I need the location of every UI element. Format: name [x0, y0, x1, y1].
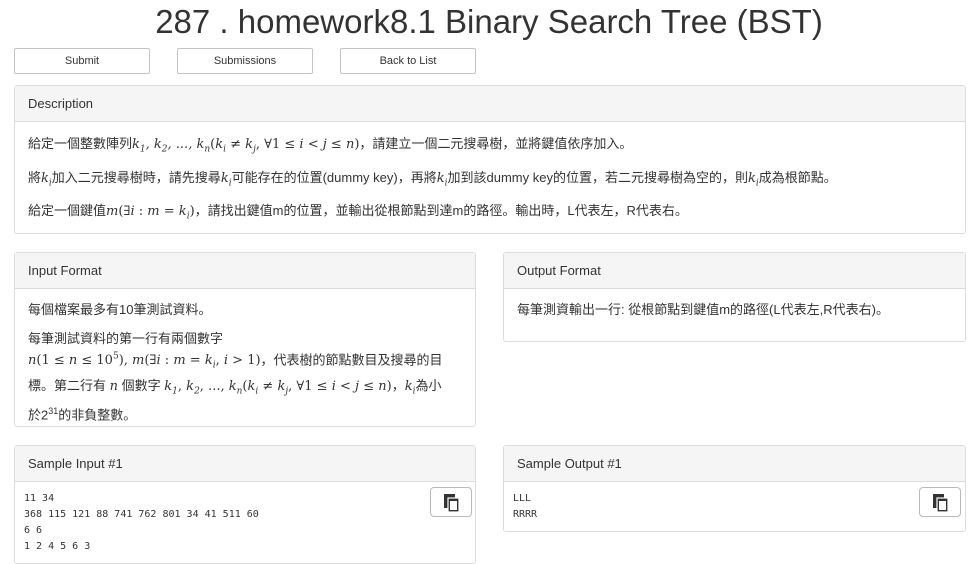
math-n-range: n(1 ≤ n ≤ 105), m(∃i : m = ki, i > 1)	[28, 352, 261, 371]
math-array: k1, k2, ..., kn	[132, 137, 211, 155]
description-panel: Description 給定一個整數陣列k1, k2, ..., kn(ki ≠…	[14, 85, 966, 234]
math-n: n	[109, 378, 119, 394]
text: 成為根節點。	[758, 169, 837, 185]
exponent: 31	[48, 405, 59, 416]
math-ki: ki	[436, 170, 448, 189]
sample-output-panel: Sample Output #1 LLL RRRR	[503, 445, 966, 532]
sample-input-panel: Sample Input #1 11 34 368 115 121 88 741…	[14, 445, 476, 564]
text: 給定一個鍵值	[28, 203, 107, 219]
sample-output-content: LLL RRRR	[513, 493, 538, 520]
text: 可能存在的位置(dummy key)，再將	[231, 169, 437, 185]
math-ki: ki	[404, 378, 416, 397]
text: 標。第二行有	[28, 377, 107, 393]
copy-output-button[interactable]	[919, 487, 961, 517]
submissions-button[interactable]: Submissions	[177, 48, 313, 74]
output-format-p1: 每筆測資輸出一行: 從根節點到鍵值m的路徑(L代表左,R代表右)。	[517, 302, 889, 317]
text: 給定一個整數陣列	[28, 136, 133, 151]
math-condition: (ki ≠ kj, ∀1 ≤ i < j ≤ n)	[210, 137, 360, 155]
text: 加入二元搜尋樹時，請先搜尋	[51, 169, 221, 185]
math-m: m(∃i : m = ki)	[106, 204, 195, 222]
page-title: 287 . homework8.1 Binary Search Tree (BS…	[155, 3, 823, 40]
math-array: k1, k2, ..., kn(ki ≠ kj, ∀1 ≤ i < j ≤ n)	[164, 378, 392, 397]
description-heading: Description	[15, 86, 965, 122]
input-format-p1: 每個檔案最多有10筆測試資料。	[28, 302, 212, 317]
description-line-2: 將ki加入二元搜尋樹時，請先搜尋ki可能存在的位置(dummy key)，再將k…	[28, 169, 952, 193]
copy-icon	[444, 494, 460, 513]
sample-output-heading: Sample Output #1	[504, 446, 965, 482]
copy-input-button[interactable]	[430, 487, 472, 517]
math-ki: ki	[41, 170, 52, 189]
text: ，代表樹的節點數目及搜尋的目	[260, 352, 443, 368]
math-ki: ki	[220, 170, 232, 189]
text: 將	[28, 169, 42, 185]
text: 為小	[415, 377, 442, 393]
input-format-heading: Input Format	[15, 253, 475, 289]
copy-icon	[933, 494, 949, 513]
description-line-1: 給定一個整數陣列k1, k2, ..., kn(ki ≠ kj, ∀1 ≤ i …	[28, 135, 952, 159]
submit-button[interactable]: Submit	[14, 48, 150, 74]
sample-input-content: 11 34 368 115 121 88 741 762 801 34 41 5…	[24, 493, 259, 552]
text: 於2	[28, 406, 49, 422]
text: ，請找出鍵值m的位置，並輸出從根節點到達m的路徑。輸出時，L代表左，R代表右。	[194, 203, 688, 219]
output-format-heading: Output Format	[504, 253, 965, 289]
text: 個數字	[121, 377, 161, 393]
math-ki: ki	[747, 170, 759, 189]
sample-input-heading: Sample Input #1	[15, 446, 475, 482]
text: ，請建立一個二元搜尋樹，並將鍵值依序加入。	[359, 136, 633, 151]
back-to-list-button[interactable]: Back to List	[340, 48, 476, 74]
text: 的非負整數。	[58, 406, 137, 422]
text: ，	[391, 377, 405, 393]
input-format-p2: 每筆測試資料的第一行有兩個數字 n(1 ≤ n ≤ 105), m(∃i : m…	[28, 329, 462, 424]
output-format-panel: Output Format 每筆測資輸出一行: 從根節點到鍵值m的路徑(L代表左…	[503, 252, 966, 342]
text: 每筆測試資料的第一行有兩個數字	[28, 331, 224, 346]
text: 加到該dummy key的位置，若二元搜尋樹為空的，則	[447, 169, 748, 185]
input-format-panel: Input Format 每個檔案最多有10筆測試資料。 每筆測試資料的第一行有…	[14, 252, 476, 427]
description-line-3: 給定一個鍵值m(∃i : m = ki)，請找出鍵值m的位置，並輸出從根節點到達…	[28, 202, 952, 226]
